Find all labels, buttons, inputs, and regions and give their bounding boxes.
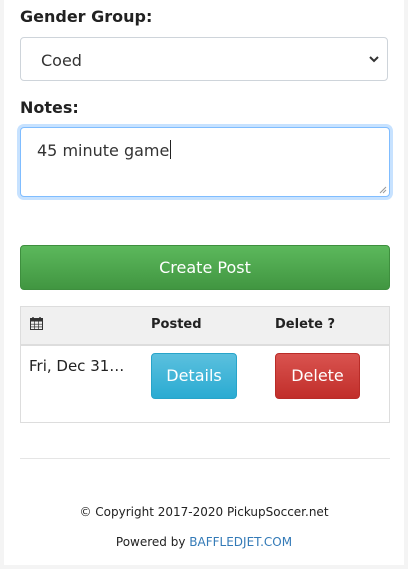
table-header: Posted Delete ? bbox=[21, 307, 389, 346]
powered-by-prefix: Powered by bbox=[115, 535, 186, 549]
gender-group-select[interactable]: Coed bbox=[20, 37, 388, 81]
chevron-down-icon bbox=[369, 56, 379, 63]
footer-divider bbox=[20, 458, 390, 459]
resize-grip-icon[interactable] bbox=[379, 186, 387, 194]
delete-button[interactable]: Delete bbox=[275, 353, 360, 399]
post-date: Fri, Dec 31… bbox=[29, 357, 125, 375]
delete-column-header: Delete ? bbox=[275, 317, 335, 332]
copyright-text: © Copyright 2017-2020 PickupSoccer.net bbox=[79, 505, 329, 519]
gender-group-selected-value: Coed bbox=[41, 51, 82, 70]
calendar-icon bbox=[30, 317, 43, 330]
page: Gender Group: Coed Notes: 45 minute game… bbox=[4, 0, 404, 565]
powered-by: Powered by BAFFLEDJET.COM bbox=[4, 535, 404, 549]
notes-textarea[interactable]: 45 minute game bbox=[20, 127, 390, 197]
posted-column-header: Posted bbox=[151, 317, 202, 332]
details-button[interactable]: Details bbox=[151, 353, 237, 399]
gender-group-label: Gender Group: bbox=[20, 7, 153, 26]
text-caret bbox=[170, 140, 172, 159]
bafflejet-link[interactable]: BAFFLEDJET.COM bbox=[189, 535, 292, 549]
create-post-button[interactable]: Create Post bbox=[20, 245, 390, 290]
notes-text: 45 minute game bbox=[37, 140, 172, 160]
notes-label: Notes: bbox=[20, 98, 79, 117]
posts-table: Posted Delete ? Fri, Dec 31… Details Del… bbox=[20, 306, 390, 423]
